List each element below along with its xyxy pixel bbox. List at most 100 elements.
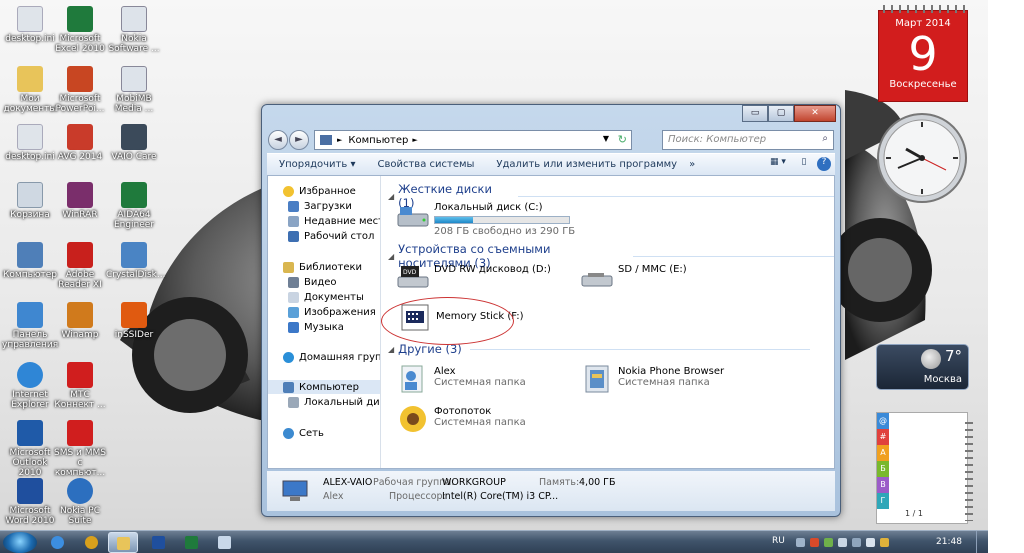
nav-local-disk[interactable]: Локальный диск (C: [288, 395, 380, 409]
address-dropdown-icon[interactable]: ▼: [603, 134, 609, 143]
notes-tab[interactable]: Б: [877, 461, 889, 477]
help-icon[interactable]: ?: [817, 157, 831, 171]
notes-tab[interactable]: #: [877, 429, 889, 445]
notes-tab[interactable]: В: [877, 477, 889, 493]
view-options-icon[interactable]: ▦ ▾: [765, 157, 791, 171]
desktop-icon-label: Nokia Software ...: [108, 34, 160, 54]
nav-downloads[interactable]: Загрузки: [288, 199, 352, 213]
close-button[interactable]: ✕: [794, 105, 836, 122]
nav-label: Компьютер: [299, 381, 359, 393]
desktop-icon-crystaldisk[interactable]: CrystalDisk...: [106, 242, 165, 280]
system-properties-button[interactable]: Свойства системы: [377, 159, 474, 170]
dvd-drive-icon: DVD: [397, 266, 429, 288]
desktop-icon-my-documents[interactable]: Мои документы: [2, 66, 58, 114]
desktop-icon-vaio-care[interactable]: VAIO Care: [106, 124, 162, 162]
organize-button[interactable]: Упорядочить ▾: [279, 159, 355, 170]
nav-video[interactable]: Видео: [288, 275, 337, 289]
desktop-icon-computer[interactable]: Компьютер: [2, 242, 58, 280]
search-icon[interactable]: ⌕: [822, 133, 828, 144]
cpu-label: Процессор:: [389, 491, 446, 502]
desktop-icon-winamp[interactable]: Winamp: [52, 302, 108, 340]
desktop-icon-mobimb[interactable]: MobiMB Media ...: [106, 66, 162, 114]
desktop-icon-powerpoint[interactable]: Microsoft PowerPoi...: [52, 66, 108, 114]
notes-tab[interactable]: A: [877, 445, 889, 461]
nav-libraries[interactable]: Библиотеки: [283, 260, 362, 274]
taskbar-notepad[interactable]: [209, 532, 239, 553]
desktop-icon-sms-mms[interactable]: SMS и MMS с компьют...: [52, 420, 108, 478]
desktop-icon-control-panel[interactable]: Панель управления: [2, 302, 58, 350]
desktop-icon-word[interactable]: Microsoft Word 2010: [2, 478, 58, 526]
desktop-icon-inssider[interactable]: inSSIDer: [106, 302, 162, 340]
nav-documents[interactable]: Документы: [288, 290, 364, 304]
collapse-triangle-icon[interactable]: ◢: [388, 252, 394, 261]
nav-homegroup[interactable]: Домашняя группа: [283, 350, 380, 364]
nav-favorites[interactable]: Избранное: [283, 184, 356, 198]
desktop-icon-desktop-ini-2[interactable]: desktop.ini: [2, 124, 58, 162]
notes-tab[interactable]: Г: [877, 493, 889, 509]
desktop-icon-avg[interactable]: AVG 2014: [52, 124, 108, 162]
back-button[interactable]: ◄: [268, 130, 288, 150]
taskbar-internet-explorer[interactable]: [42, 532, 72, 553]
desktop-icon-recycle-bin[interactable]: Корзина: [2, 182, 58, 220]
clock-gadget[interactable]: [876, 112, 968, 204]
nav-network[interactable]: Сеть: [283, 426, 324, 440]
notes-tab[interactable]: @: [877, 413, 889, 429]
desktop-icon-outlook[interactable]: Microsoft Outlook 2010: [2, 420, 58, 478]
desktop-icon-winrar[interactable]: WinRAR: [52, 182, 108, 220]
minimize-button[interactable]: ▭: [742, 105, 768, 122]
desktop-icon-adobe-reader[interactable]: Adobe Reader XI: [52, 242, 108, 290]
calendar-gadget[interactable]: Март 2014 9 Воскресенье: [878, 5, 969, 102]
weather-gadget[interactable]: 7° Москва: [876, 344, 969, 390]
language-indicator[interactable]: RU: [772, 536, 785, 546]
preview-pane-icon[interactable]: ▯: [796, 157, 812, 171]
maximize-button[interactable]: ▢: [768, 105, 794, 122]
adobe-reader-icon: [67, 242, 93, 268]
tray-volume-icon[interactable]: [866, 538, 875, 547]
start-button[interactable]: [3, 532, 37, 553]
show-desktop-button[interactable]: [976, 531, 986, 553]
desktop-icon-aida64[interactable]: AIDA64 Engineer: [106, 182, 162, 230]
desktop-icon-mts-connect[interactable]: МТС Коннект ...: [52, 362, 108, 410]
collapse-triangle-icon[interactable]: ◢: [388, 345, 394, 354]
desktop-icon-nokia-pc-suite[interactable]: Nokia PC Suite: [52, 478, 108, 526]
drive-sd-e[interactable]: SD / MMC (E:): [580, 262, 687, 292]
folder-alex[interactable]: Alex Системная папка: [396, 364, 526, 394]
more-commands-button[interactable]: »: [689, 159, 695, 170]
drive-dvd-d[interactable]: DVD DVD RW дисковод (D:): [396, 262, 551, 292]
uninstall-program-button[interactable]: Удалить или изменить программу: [496, 159, 677, 170]
address-chevron[interactable]: ►: [412, 136, 417, 144]
desktop-icon-nokia-software[interactable]: Nokia Software ...: [106, 6, 162, 54]
taskbar-excel[interactable]: [176, 532, 206, 553]
explorer-window[interactable]: ▭ ▢ ✕ ◄ ► ► Компьютер ► ▼ ↻ Поиск: Компь…: [261, 104, 841, 517]
tray-network-icon[interactable]: [838, 538, 847, 547]
tray-device-icon[interactable]: [852, 538, 861, 547]
tray-power-icon[interactable]: [824, 538, 833, 547]
notes-gadget[interactable]: @ # A Б В Г 1 / 1: [876, 412, 973, 524]
tray-arrow-icon[interactable]: [796, 538, 805, 547]
nav-computer[interactable]: Компьютер: [268, 380, 380, 394]
nav-recent[interactable]: Недавние места: [288, 214, 380, 228]
forward-button[interactable]: ►: [289, 130, 309, 150]
desktop-icon-desktop-ini[interactable]: desktop.ini: [2, 6, 58, 44]
group-divider: [469, 348, 810, 350]
folder-nokia-phone-browser[interactable]: Nokia Phone Browser Системная папка: [580, 364, 724, 394]
address-bar[interactable]: ► Компьютер ► ▼ ↻: [314, 130, 632, 150]
clock-time[interactable]: 21:48: [936, 537, 962, 547]
refresh-icon[interactable]: ↻: [618, 133, 627, 146]
taskbar-word[interactable]: [143, 532, 173, 553]
address-path[interactable]: Компьютер: [348, 135, 408, 146]
folder-photostream[interactable]: Фотопоток Системная папка: [396, 404, 526, 434]
nav-desktop[interactable]: Рабочий стол: [288, 229, 374, 243]
tray-flag-icon[interactable]: [810, 538, 819, 547]
collapse-triangle-icon[interactable]: ◢: [388, 192, 394, 201]
tray-update-icon[interactable]: [880, 538, 889, 547]
desktop-icon-internet-explorer[interactable]: Internet Explorer: [2, 362, 58, 410]
taskbar-explorer[interactable]: [108, 532, 138, 553]
desktop-icon-excel[interactable]: Microsoft Excel 2010: [52, 6, 108, 54]
drive-local-disk-c[interactable]: Локальный диск (C:) 208 ГБ свободно из 2…: [396, 202, 575, 237]
search-input[interactable]: Поиск: Компьютер ⌕: [662, 130, 834, 150]
address-root-chevron[interactable]: ►: [337, 136, 342, 144]
nav-music[interactable]: Музыка: [288, 320, 344, 334]
taskbar-opera[interactable]: [76, 532, 106, 553]
nav-images[interactable]: Изображения: [288, 305, 376, 319]
